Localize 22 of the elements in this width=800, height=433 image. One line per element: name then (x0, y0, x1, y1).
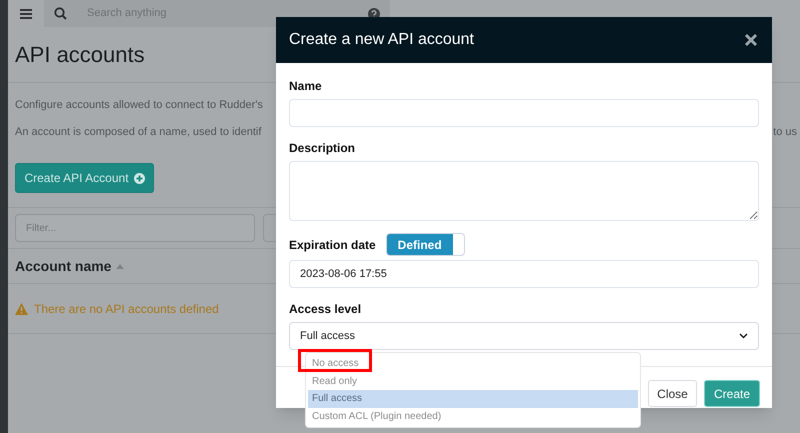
intro-text: An account is composed of a name, used to identif (15, 124, 262, 140)
date-input[interactable]: 2023-08-06 17:55 (289, 260, 759, 288)
dropdown-option[interactable]: Full access (308, 390, 638, 408)
create-button[interactable]: Create (704, 380, 760, 407)
close-button[interactable]: Close (648, 380, 697, 407)
field-label: Access level (289, 301, 362, 318)
dropdown-option[interactable]: Read only (308, 372, 638, 390)
field-label: Expiration date (289, 236, 376, 254)
intro-text: to us (773, 124, 797, 140)
dropdown-option[interactable]: No access (308, 355, 638, 372)
dropdown-option[interactable]: Custom ACL (Plugin needed) (308, 408, 638, 425)
page-title: API accounts (15, 41, 145, 69)
intro-text: Configure accounts allowed to connect to Rudder's (15, 98, 263, 113)
filter-input[interactable]: Filter... (15, 214, 255, 242)
field-label: Name (289, 78, 322, 95)
field-label: Description (289, 140, 356, 157)
create-api-account-button[interactable]: Create API Account (15, 163, 154, 193)
column-header[interactable]: Account name (15, 256, 124, 276)
empty-message: There are no API accounts defined (34, 300, 219, 318)
toggle-switch[interactable]: Defined (386, 233, 465, 256)
access-level-select[interactable]: Full access (289, 322, 759, 350)
dialog-title: Create a new API account (289, 30, 474, 50)
